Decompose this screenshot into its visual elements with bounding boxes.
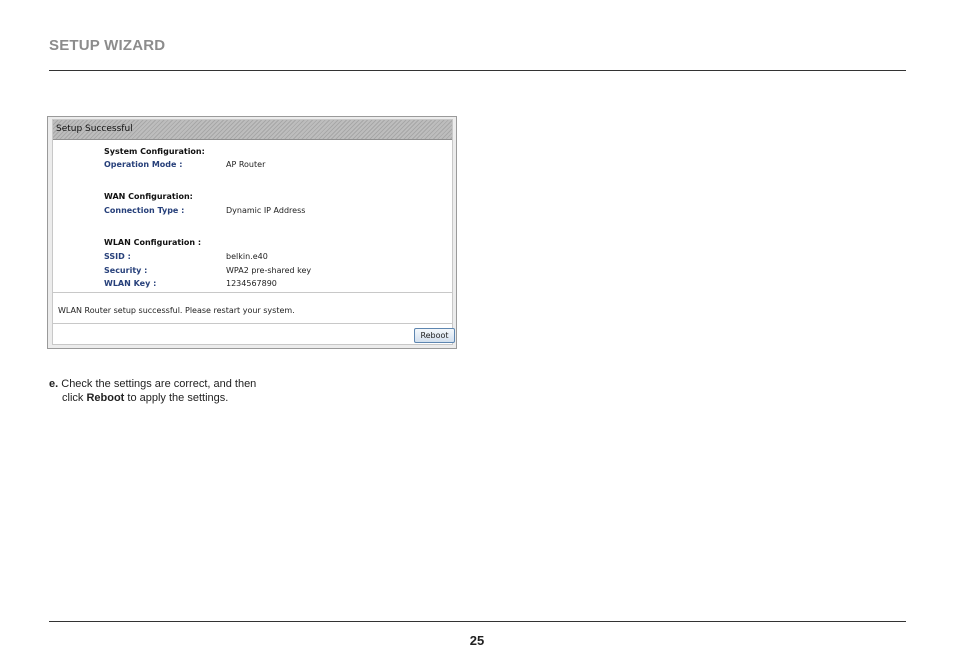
operation-mode-value: AP Router <box>226 160 266 169</box>
instruction-line-2: click Reboot to apply the settings. <box>49 391 329 405</box>
wlan-config-heading: WLAN Configuration : <box>104 238 202 247</box>
connection-type-value: Dynamic IP Address <box>226 206 306 215</box>
operation-mode-label: Operation Mode : <box>104 160 183 169</box>
wlan-key-value: 1234567890 <box>226 279 277 288</box>
panel-divider <box>53 323 452 324</box>
step-marker: e. <box>49 378 59 390</box>
security-label: Security : <box>104 266 148 275</box>
reboot-button[interactable]: Reboot <box>414 328 455 343</box>
page-number: 25 <box>469 633 485 648</box>
instruction-line-2-prefix: click <box>62 392 84 404</box>
panel-content: Setup Successful System Configuration: O… <box>52 119 455 345</box>
connection-type-label: Connection Type : <box>104 206 185 215</box>
top-divider <box>49 70 906 71</box>
panel-title: Setup Successful <box>56 124 133 134</box>
instruction-reboot-emphasis: Reboot <box>86 392 125 404</box>
instruction-line-1: e. Check the settings are correct, and t… <box>49 377 329 391</box>
instruction-text: e. Check the settings are correct, and t… <box>49 377 329 405</box>
panel-divider <box>53 292 452 293</box>
security-value: WPA2 pre-shared key <box>226 266 312 275</box>
instruction-line-1-text: Check the settings are correct, and then <box>61 378 257 390</box>
ssid-value: belkin.e40 <box>226 252 268 261</box>
setup-screenshot-panel: Setup Successful System Configuration: O… <box>47 116 457 349</box>
panel-header: Setup Successful <box>53 120 452 140</box>
instruction-line-2-suffix: to apply the settings. <box>127 392 229 404</box>
section-title: SETUP WIZARD <box>49 37 166 54</box>
system-config-heading: System Configuration: <box>104 147 205 156</box>
ssid-label: SSID : <box>104 252 131 261</box>
wan-config-heading: WAN Configuration: <box>104 192 193 201</box>
status-message: WLAN Router setup successful. Please res… <box>58 306 295 315</box>
bottom-divider <box>49 621 906 622</box>
wlan-key-label: WLAN Key : <box>104 279 157 288</box>
